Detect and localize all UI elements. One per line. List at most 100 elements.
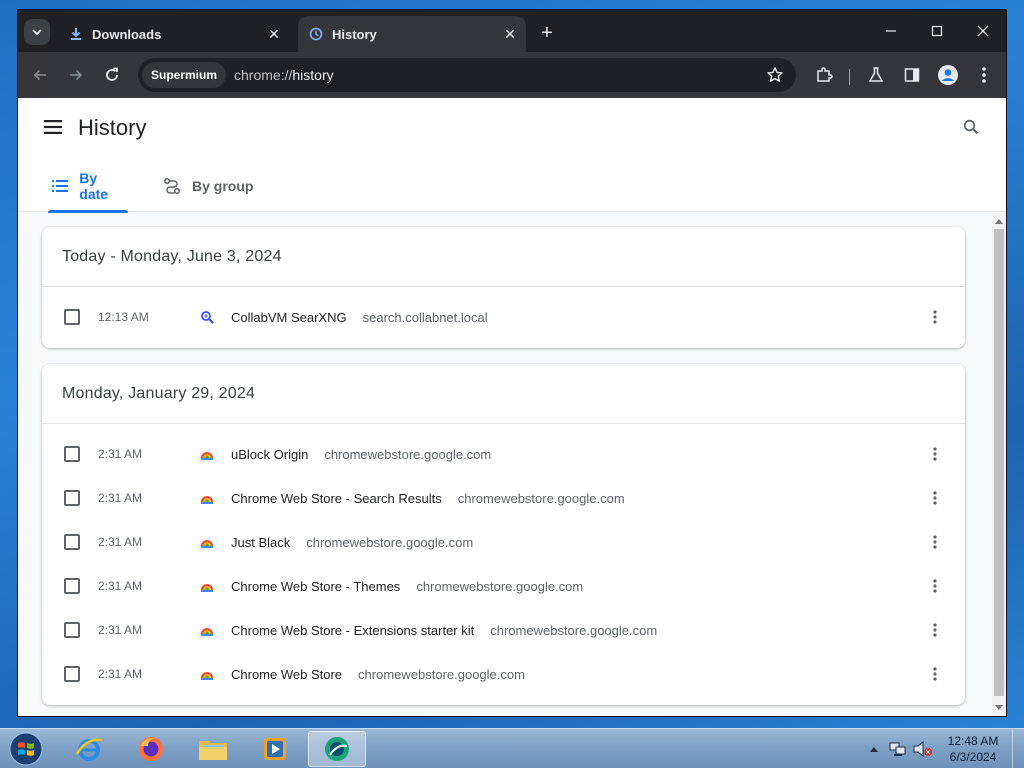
history-header: History [18, 98, 1006, 158]
maximize-icon [931, 25, 943, 37]
entry-link[interactable]: CollabVM SearXNG search.collabnet.local [231, 310, 488, 325]
entry-link[interactable]: Chrome Web Store - Themes chromewebstore.… [231, 579, 583, 594]
site-chip[interactable]: Supermium [142, 62, 227, 88]
chrome-web-store-icon [200, 623, 214, 637]
scroll-up-arrow-icon[interactable] [995, 219, 1003, 224]
chrome-web-store-icon [200, 579, 214, 593]
history-page: History By date By group Today - Monday,… [18, 98, 1006, 716]
internet-explorer-icon [75, 738, 103, 761]
close-window-button[interactable] [968, 18, 998, 44]
file-explorer-icon [199, 741, 227, 760]
browser-menu-button[interactable] [972, 63, 996, 87]
url-text[interactable]: chrome://history [234, 67, 760, 83]
volume-tray-button[interactable] [912, 729, 934, 768]
back-button[interactable] [28, 63, 52, 87]
url-scheme: chrome:// [234, 67, 293, 83]
side-panel-button[interactable] [900, 63, 924, 87]
entry-time: 2:31 AM [98, 491, 143, 505]
tab-downloads[interactable]: Downloads ✕ [58, 16, 290, 52]
hamburger-menu-icon [44, 120, 62, 134]
close-tab-icon[interactable]: ✕ [264, 24, 284, 44]
tab-history[interactable]: History ✕ [298, 16, 526, 52]
entry-actions-button[interactable] [926, 486, 944, 510]
network-tray-button[interactable] [888, 729, 908, 768]
taskbar-firefox[interactable] [124, 731, 178, 767]
reload-icon [106, 67, 118, 81]
entry-title: CollabVM SearXNG [231, 309, 347, 325]
show-hidden-icons-button[interactable] [868, 729, 880, 768]
taskbar-internet-explorer[interactable] [62, 731, 116, 767]
chrome-web-store-icon [200, 491, 214, 505]
taskbar-file-explorer[interactable] [186, 731, 240, 767]
entry-checkbox[interactable] [64, 309, 80, 325]
entry-link[interactable]: Just Black chromewebstore.google.com [231, 535, 473, 550]
profile-button[interactable] [936, 63, 960, 87]
page-title: History [78, 115, 147, 140]
minimize-button[interactable] [876, 18, 906, 44]
entry-link[interactable]: Chrome Web Store chromewebstore.google.co… [231, 667, 525, 682]
entry-domain: chromewebstore.google.com [306, 534, 474, 550]
tab-label: History [332, 26, 377, 42]
address-bar[interactable]: Supermium chrome://history [138, 58, 796, 92]
windows-start-orb-icon [9, 732, 43, 766]
tab-search-button[interactable] [24, 19, 50, 45]
reload-button[interactable] [100, 63, 124, 87]
entry-time: 2:31 AM [98, 667, 143, 681]
kebab-menu-icon [933, 579, 937, 593]
maximize-button[interactable] [922, 18, 952, 44]
entry-checkbox[interactable] [64, 446, 80, 462]
system-clock[interactable]: 12:48 AM 6/3/2024 [938, 733, 1008, 765]
entry-actions-button[interactable] [926, 442, 944, 466]
download-icon [68, 26, 84, 42]
show-desktop-button[interactable] [1012, 729, 1024, 768]
toolbar-separator [849, 69, 850, 85]
tab-by-date[interactable]: By date [48, 160, 128, 213]
entry-actions-button[interactable] [926, 662, 944, 686]
entry-domain: chromewebstore.google.com [490, 622, 658, 638]
entry-actions-button[interactable] [926, 618, 944, 642]
new-tab-button[interactable]: + [536, 22, 558, 44]
entry-actions-button[interactable] [926, 305, 944, 329]
entry-actions-button[interactable] [926, 574, 944, 598]
taskbar-supermium[interactable] [308, 731, 366, 767]
history-entry: 2:31 AM Chrome Web Store chromewebstore.g… [42, 652, 965, 696]
volume-muted-icon [913, 741, 932, 757]
start-button[interactable] [6, 730, 46, 768]
entry-checkbox[interactable] [64, 578, 80, 594]
history-clock-icon [308, 26, 324, 42]
entry-domain: chromewebstore.google.com [358, 666, 525, 682]
entry-link[interactable]: Chrome Web Store - Search Results chromew… [231, 491, 625, 506]
scroll-down-arrow-icon[interactable] [995, 705, 1003, 710]
entry-time: 2:31 AM [98, 447, 143, 461]
puzzle-icon [817, 67, 833, 82]
forward-button[interactable] [64, 63, 88, 87]
tab-by-group[interactable]: By group [160, 160, 253, 212]
entry-link[interactable]: uBlock Origin chromewebstore.google.com [231, 447, 491, 462]
search-history-button[interactable] [960, 116, 982, 138]
entry-checkbox[interactable] [64, 666, 80, 682]
entry-title: Chrome Web Store - Themes [231, 578, 401, 594]
labs-button[interactable] [864, 63, 888, 87]
kebab-menu-icon [982, 67, 986, 83]
history-list: Today - Monday, June 3, 2024 12:13 AM Co… [18, 213, 992, 716]
entry-link[interactable]: Chrome Web Store - Extensions starter ki… [231, 623, 657, 638]
vertical-scrollbar[interactable] [992, 213, 1006, 716]
entry-checkbox[interactable] [64, 534, 80, 550]
avatar-icon [938, 65, 958, 85]
close-tab-icon[interactable]: ✕ [500, 24, 520, 44]
history-view-tabs: By date By group [18, 160, 1006, 213]
taskbar-media-player[interactable] [248, 731, 302, 767]
bookmark-star-button[interactable] [760, 60, 790, 90]
entry-checkbox[interactable] [64, 490, 80, 506]
url-path: history [292, 67, 334, 83]
kebab-menu-icon [933, 491, 937, 505]
scrollbar-thumb[interactable] [994, 229, 1004, 696]
chrome-web-store-icon [200, 447, 214, 461]
entry-actions-button[interactable] [926, 530, 944, 554]
main-menu-button[interactable] [42, 116, 64, 138]
history-day-card: Today - Monday, June 3, 2024 12:13 AM Co… [42, 227, 965, 348]
search-icon [963, 119, 979, 135]
entry-checkbox[interactable] [64, 622, 80, 638]
extensions-button[interactable] [812, 63, 836, 87]
history-entry: 2:31 AM Chrome Web Store - Search Result… [42, 476, 965, 520]
